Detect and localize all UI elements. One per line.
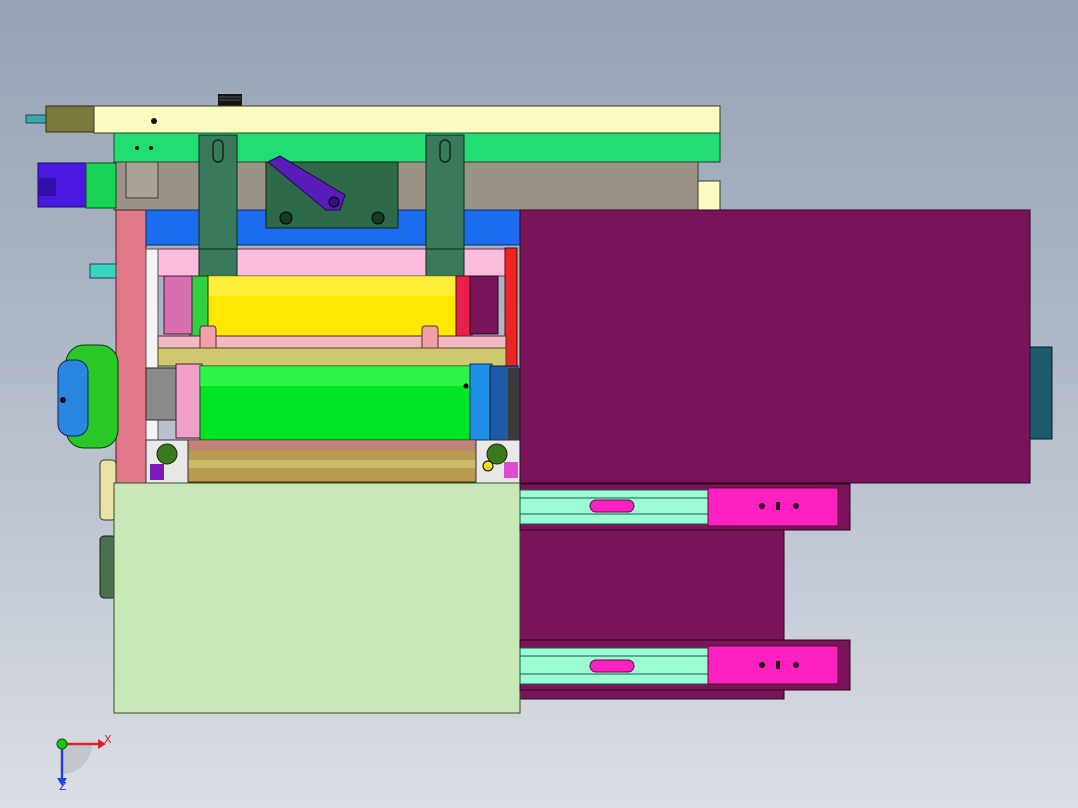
red-strip[interactable] bbox=[504, 247, 518, 369]
left-coupler[interactable] bbox=[45, 105, 97, 133]
right-knob[interactable] bbox=[1029, 346, 1053, 440]
grey-plate-notch[interactable] bbox=[125, 161, 159, 199]
cyan-shaft[interactable] bbox=[89, 263, 117, 279]
cad-model[interactable]: X Z bbox=[0, 0, 1078, 808]
y-axis-dot bbox=[56, 738, 68, 750]
slide-rail-lower[interactable] bbox=[519, 639, 851, 691]
yellow-corner[interactable] bbox=[697, 180, 721, 211]
side-frame[interactable] bbox=[115, 209, 147, 487]
left-shaft[interactable] bbox=[25, 114, 49, 124]
gear-strip[interactable] bbox=[508, 368, 520, 446]
slide-rail-upper[interactable] bbox=[519, 483, 851, 531]
axis-triad: X Z bbox=[56, 733, 112, 793]
top-bar[interactable] bbox=[93, 105, 721, 134]
z-axis-label: Z bbox=[59, 780, 67, 793]
cad-viewport[interactable]: X Z bbox=[0, 0, 1078, 808]
pale-green-box[interactable] bbox=[113, 482, 521, 714]
motor-coupler[interactable] bbox=[85, 162, 117, 209]
purple-panel[interactable] bbox=[519, 209, 1031, 484]
x-axis-label: X bbox=[104, 733, 112, 746]
